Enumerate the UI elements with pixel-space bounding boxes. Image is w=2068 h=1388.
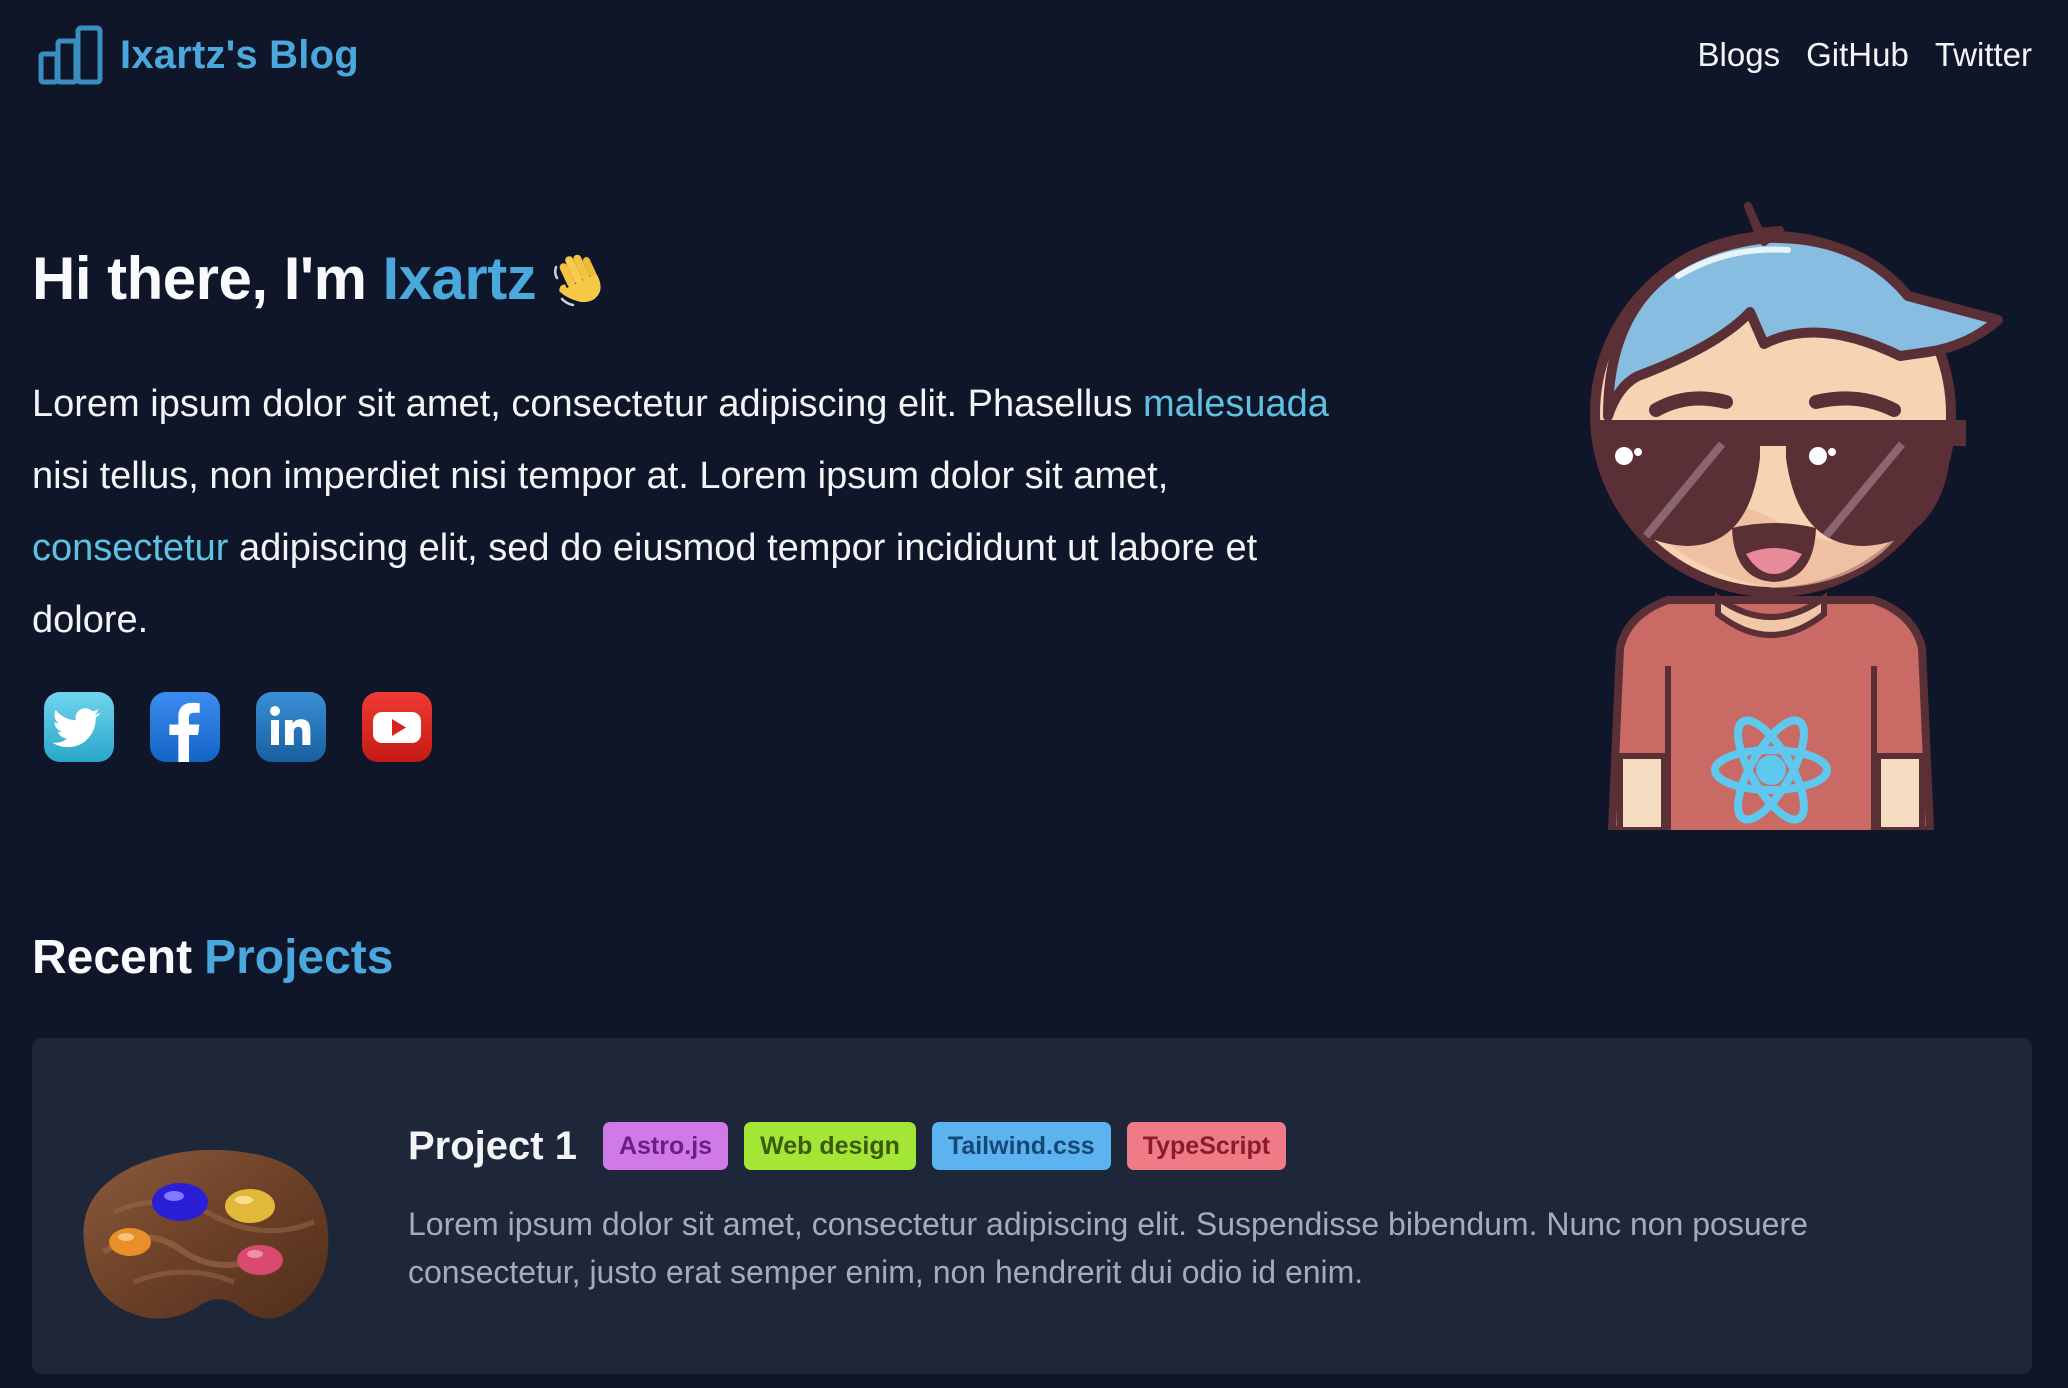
linkedin-link[interactable] [254,690,328,764]
project-card[interactable]: Project 1 Astro.js Web design Tailwind.c… [32,1038,2032,1374]
main-nav: Blogs GitHub Twitter [1698,36,2032,74]
bar-chart-logo-icon [38,25,103,85]
social-links [42,690,434,764]
twitter-icon [44,692,114,762]
hero-title: Hi there, I'm Ixartz [32,244,614,313]
project-title[interactable]: Project 1 [408,1124,577,1169]
waving-hand-icon [554,254,601,306]
malesuada-link[interactable]: malesuada [1143,383,1329,425]
consectetur-link[interactable]: consectetur [32,527,228,569]
project-header: Project 1 Astro.js Web design Tailwind.c… [408,1122,1287,1170]
hero-text-part2: nisi tellus, non imperdiet nisi tempor a… [32,455,1169,497]
hero-paragraph: Lorem ipsum dolor sit amet, consectetur … [32,368,1342,656]
nav-twitter-link[interactable]: Twitter [1935,36,2032,74]
avatar-illustration [1590,202,2003,830]
hero-greeting: Hi there, I'm [32,245,367,312]
brand-link[interactable]: Ixartz's Blog [38,24,359,86]
paint-palette-icon [83,1149,329,1319]
linkedin-icon [256,692,326,762]
tag-typescript: TypeScript [1126,1122,1287,1170]
hero-text-part1: Lorem ipsum dolor sit amet, consectetur … [32,383,1143,425]
hero-name: Ixartz [382,245,537,312]
twitter-link[interactable] [42,690,116,764]
brand-name: Ixartz's Blog [120,32,359,77]
tag-tailwind: Tailwind.css [931,1122,1111,1170]
recent-projects-heading: Recent Projects [32,930,393,985]
facebook-link[interactable] [148,690,222,764]
section-title-projects: Projects [204,931,394,984]
facebook-icon [150,692,220,762]
section-title-recent: Recent [32,931,193,984]
nav-blogs-link[interactable]: Blogs [1698,36,1781,74]
youtube-icon [362,692,432,762]
page: Ixartz's Blog Blogs GitHub Twitter Hi th… [0,0,2068,1388]
youtube-link[interactable] [360,690,434,764]
site-header: Ixartz's Blog Blogs GitHub Twitter [0,0,2068,110]
project-description: Lorem ipsum dolor sit amet, consectetur … [408,1206,1808,1290]
nav-github-link[interactable]: GitHub [1806,36,1909,74]
tag-astro: Astro.js [602,1122,729,1170]
tag-web-design: Web design [744,1122,916,1170]
